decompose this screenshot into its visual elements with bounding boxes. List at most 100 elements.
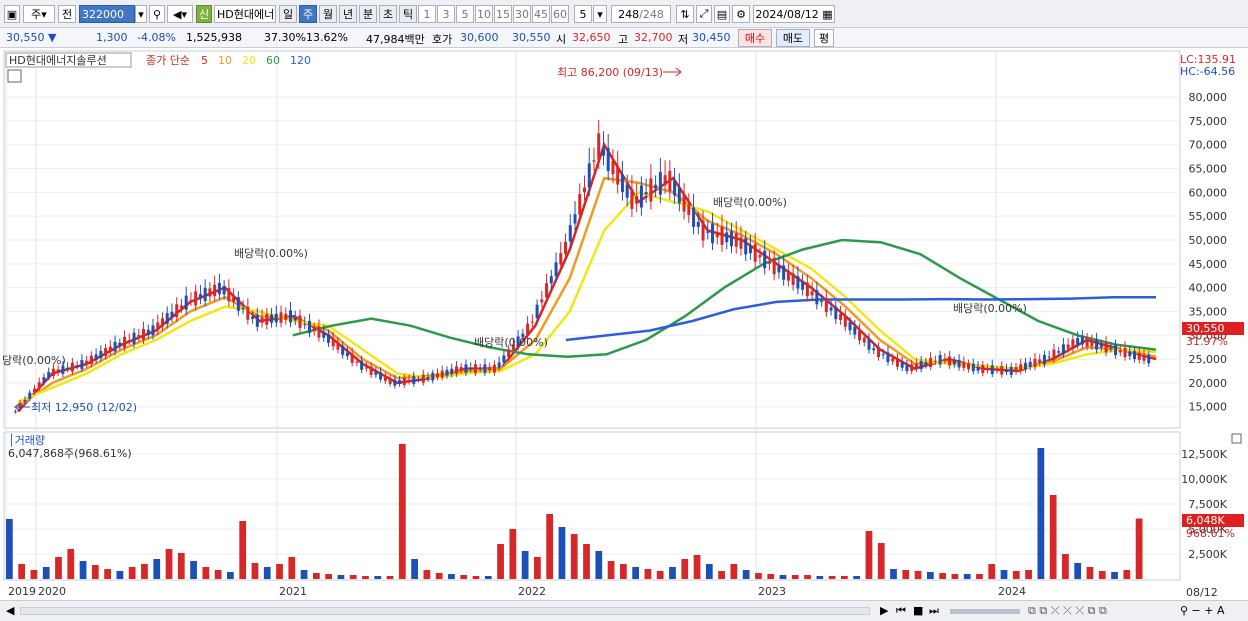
zoom-slider[interactable] xyxy=(950,609,1020,614)
panel-close-icon[interactable] xyxy=(1231,433,1242,444)
period-mode-select[interactable]: 주 ▾ xyxy=(23,5,55,23)
volume-bar xyxy=(79,561,87,579)
candle-body xyxy=(1147,354,1151,364)
window-icon[interactable]: ▣ xyxy=(4,5,20,23)
candle-body xyxy=(28,392,32,399)
interval-button-45[interactable]: 45 xyxy=(532,5,550,23)
interval-button-1[interactable]: 1 xyxy=(418,5,436,23)
candle-body xyxy=(625,184,629,198)
tab-week[interactable]: 주 xyxy=(299,5,317,23)
candle-body xyxy=(782,265,786,280)
shin-badge[interactable]: 신 xyxy=(196,5,212,23)
interval-button-3[interactable]: 3 xyxy=(437,5,455,23)
candle-body xyxy=(729,230,733,247)
candle-body xyxy=(217,282,221,295)
stock-chart[interactable]: 15,00020,00025,00030,00035,00040,00045,0… xyxy=(0,49,1248,621)
ma-label: 종가 단순 xyxy=(146,54,190,67)
interval-dropdown-icon[interactable]: ▾ xyxy=(593,5,607,23)
prev-button[interactable]: 전 xyxy=(58,5,76,23)
scroll-right-icon[interactable]: ▶ xyxy=(880,604,888,617)
bid-label: 호가 xyxy=(432,33,453,46)
scroll-left-icon[interactable]: ◀ xyxy=(6,604,14,617)
candle-body xyxy=(564,241,568,254)
candle-body xyxy=(104,348,108,356)
year-tick-label: 2019 xyxy=(8,585,36,598)
volume-bar xyxy=(153,559,161,579)
tab-minute[interactable]: 분 xyxy=(359,5,377,23)
search-icon[interactable]: ⚲ xyxy=(149,5,165,23)
compare-icon[interactable]: ⇅ xyxy=(676,5,694,23)
code-dropdown-icon[interactable]: ▾ xyxy=(135,5,147,23)
buy-button[interactable]: 매수 xyxy=(738,29,772,47)
code-input[interactable]: 322000 xyxy=(79,5,135,23)
date-field[interactable]: 2024/08/12 ▦ xyxy=(753,5,835,23)
volume-bar xyxy=(251,563,259,579)
ratio-value: 13.62% xyxy=(306,31,348,44)
candle-body xyxy=(1090,340,1094,346)
candle-body xyxy=(32,388,36,393)
interval-input[interactable]: 5 xyxy=(574,5,592,23)
candle-body xyxy=(393,379,397,386)
price-tick-label: 75,000 xyxy=(1189,115,1228,128)
volume-bar xyxy=(816,576,824,579)
volume-bar xyxy=(312,573,320,579)
candle-body xyxy=(986,368,990,371)
volume-bar xyxy=(570,534,578,579)
candle-body xyxy=(1066,344,1070,349)
candle-body xyxy=(1085,337,1089,347)
pin-icon[interactable]: ⤢ xyxy=(696,5,712,23)
candle-body xyxy=(360,360,364,370)
zoom-icons[interactable]: ⚲ − + A xyxy=(1180,604,1225,617)
last-icon[interactable]: ⏭ xyxy=(929,604,939,618)
tab-month[interactable]: 월 xyxy=(319,5,337,23)
speaker-icon[interactable]: ◀▾ xyxy=(167,5,193,23)
stop-icon[interactable]: ■ xyxy=(913,604,923,617)
volume-bar xyxy=(141,564,148,579)
volume-bar xyxy=(116,571,124,579)
candle-body xyxy=(160,318,164,327)
interval-button-5[interactable]: 5 xyxy=(456,5,474,23)
candle-body xyxy=(824,298,828,312)
candle-body xyxy=(89,355,93,365)
candle-body xyxy=(820,300,824,302)
candle-body xyxy=(616,166,620,185)
candle-body xyxy=(673,180,677,196)
volume-bar xyxy=(951,574,959,579)
candle-body xyxy=(886,352,890,363)
price-tick-label: 70,000 xyxy=(1189,139,1228,152)
calculator-icon[interactable] xyxy=(7,69,22,83)
interval-button-30[interactable]: 30 xyxy=(513,5,531,23)
volume-bar xyxy=(742,570,750,579)
interval-button-10[interactable]: 10 xyxy=(475,5,493,23)
tab-tick[interactable]: 틱 xyxy=(399,5,417,23)
sell-button[interactable]: 매도 xyxy=(776,29,810,47)
volume-bar xyxy=(227,572,234,579)
volume-bar xyxy=(853,576,861,579)
candle-body xyxy=(488,367,492,371)
first-icon[interactable]: ⏮ xyxy=(896,604,906,618)
tools-icon[interactable]: ⧉ ⧉ ⤫ ⤫ ⤫ ⧉ ⧉ xyxy=(1028,604,1107,618)
tab-second[interactable]: 초 xyxy=(379,5,397,23)
count-field[interactable]: 248/248 xyxy=(611,5,671,23)
interval-button-15[interactable]: 15 xyxy=(494,5,512,23)
save-icon[interactable]: ▤ xyxy=(714,5,730,23)
ma-legend-5: 5 xyxy=(201,54,208,67)
tab-year[interactable]: 년 xyxy=(339,5,357,23)
avg-button[interactable]: 평 xyxy=(814,29,834,47)
volume-bar xyxy=(656,571,664,579)
tab-day[interactable]: 일 xyxy=(279,5,297,23)
bid2-value: 30,550 xyxy=(512,31,551,44)
tab-tick-label: 틱 xyxy=(402,8,414,21)
candle-body xyxy=(388,378,392,384)
candle-body xyxy=(658,172,662,195)
price-tick-label: 60,000 xyxy=(1189,186,1228,199)
gear-icon[interactable]: ⚙ xyxy=(732,5,750,23)
dividend-marker-4: 배당락(0.00%) xyxy=(713,196,787,209)
candle-body xyxy=(85,360,89,365)
interval-button-60[interactable]: 60 xyxy=(551,5,569,23)
scrollbar-track[interactable] xyxy=(20,607,870,615)
date-value: 2024/08/12 xyxy=(755,7,819,21)
stock-name-field[interactable]: HD현대에너 xyxy=(214,5,276,23)
candle-body xyxy=(957,359,961,368)
candle-body xyxy=(37,382,41,389)
